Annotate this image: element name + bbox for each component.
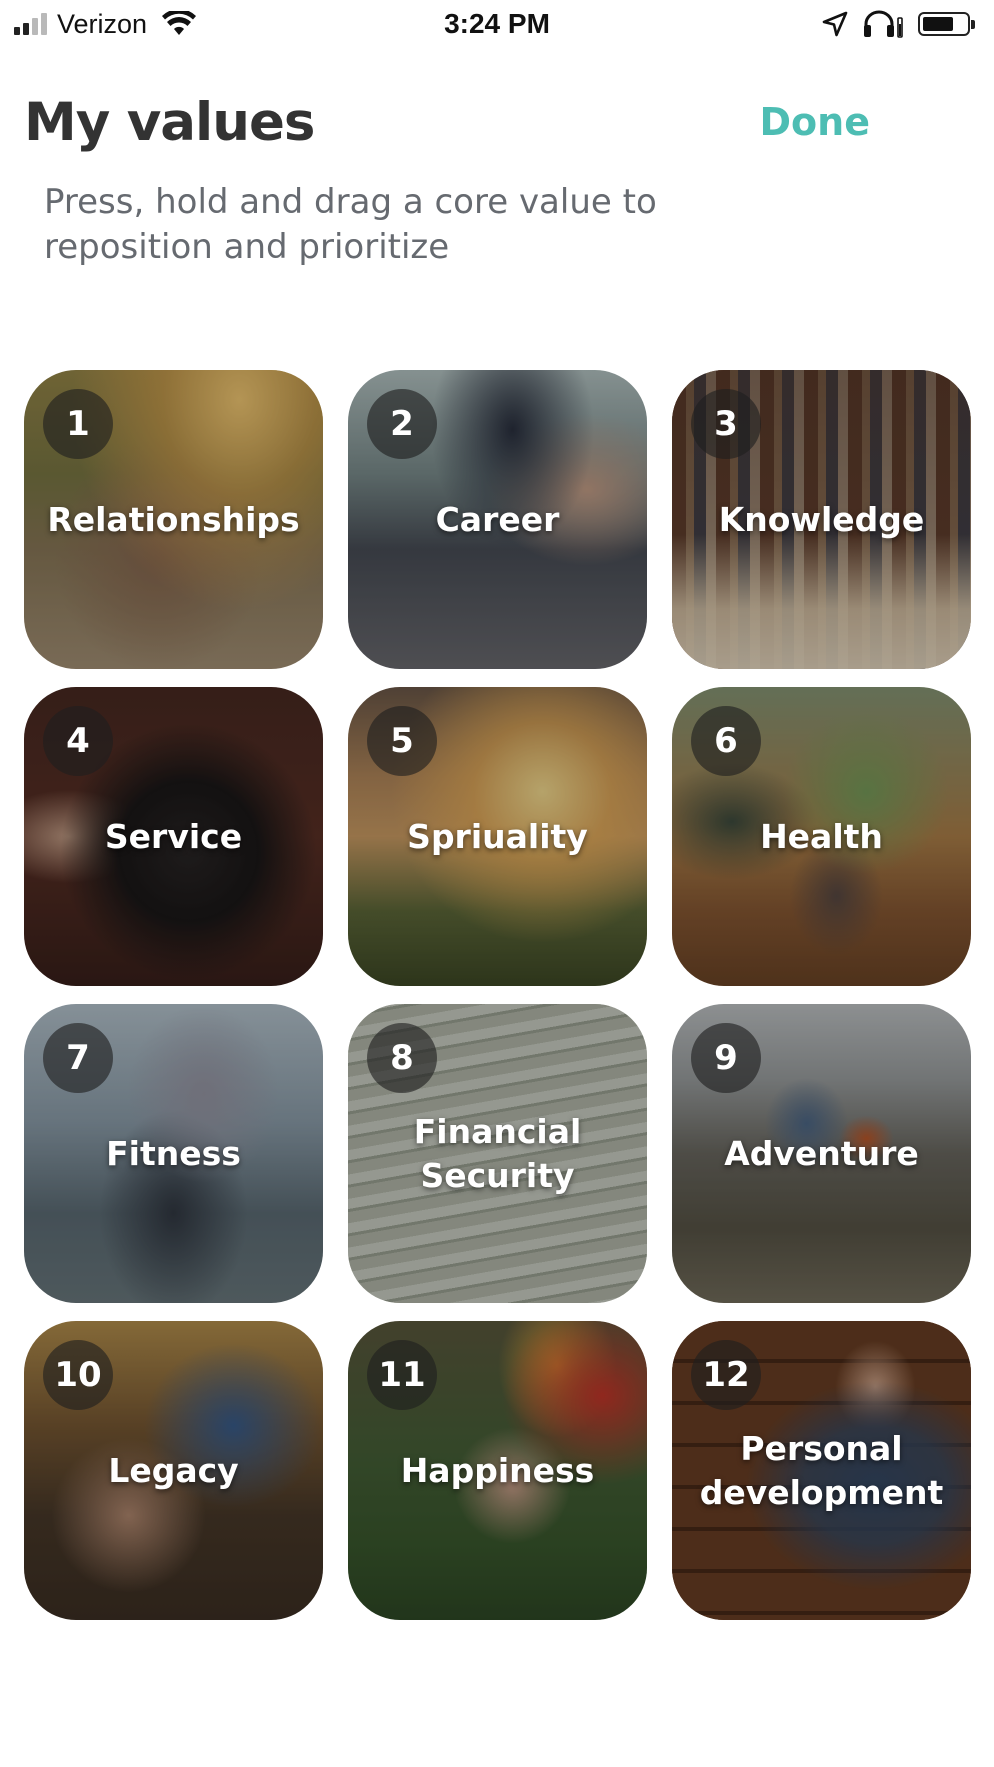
value-label: Happiness — [400, 1450, 595, 1490]
rank-badge: 6 — [691, 706, 761, 776]
value-tile-spirituality[interactable]: 5 Spriuality — [348, 687, 647, 986]
my-values-screen: Verizon 3:24 PM My values Done Press, ho… — [0, 0, 994, 1767]
value-tile-legacy[interactable]: 10 Legacy — [24, 1321, 323, 1620]
value-label: Spriuality — [407, 816, 588, 856]
value-tile-career[interactable]: 2 Career — [348, 370, 647, 669]
value-tile-knowledge[interactable]: 3 Knowledge — [672, 370, 971, 669]
headphones-icon — [864, 10, 903, 38]
value-label: Adventure — [724, 1133, 919, 1173]
value-tile-happiness[interactable]: 11 Happiness — [348, 1321, 647, 1620]
rank-badge: 1 — [43, 389, 113, 459]
value-tile-financial-security[interactable]: 8 Financial Security — [348, 1004, 647, 1303]
value-label: Personal development — [699, 1428, 944, 1512]
battery-icon — [918, 12, 975, 36]
status-bar: Verizon 3:24 PM — [0, 0, 994, 50]
page-title: My values — [24, 92, 315, 153]
value-tile-health[interactable]: 6 Health — [672, 687, 971, 986]
value-tile-adventure[interactable]: 9 Adventure — [672, 1004, 971, 1303]
rank-badge: 8 — [367, 1023, 437, 1093]
rank-badge: 4 — [43, 706, 113, 776]
value-label: Health — [760, 816, 883, 856]
rank-badge: 3 — [691, 389, 761, 459]
value-label: Career — [435, 499, 560, 539]
done-button[interactable]: Done — [760, 100, 870, 144]
rank-badge: 12 — [691, 1340, 761, 1410]
value-tile-personal-development[interactable]: 12 Personal development — [672, 1321, 971, 1620]
values-grid: 1 Relationships 2 Career 3 Knowledge 4 S… — [24, 370, 976, 1620]
location-arrow-icon — [822, 11, 848, 37]
value-tile-fitness[interactable]: 7 Fitness — [24, 1004, 323, 1303]
value-label: Fitness — [106, 1133, 241, 1173]
value-tile-relationships[interactable]: 1 Relationships — [24, 370, 323, 669]
value-label: Relationships — [47, 499, 300, 539]
value-label: Legacy — [108, 1450, 239, 1490]
rank-badge: 5 — [367, 706, 437, 776]
rank-badge: 2 — [367, 389, 437, 459]
rank-badge: 10 — [43, 1340, 113, 1410]
rank-badge: 9 — [691, 1023, 761, 1093]
rank-badge: 7 — [43, 1023, 113, 1093]
status-bar-right — [822, 6, 975, 42]
value-label: Knowledge — [718, 499, 925, 539]
value-label: Financial Security — [413, 1111, 582, 1195]
value-label: Service — [104, 816, 243, 856]
rank-badge: 11 — [367, 1340, 437, 1410]
value-tile-service[interactable]: 4 Service — [24, 687, 323, 986]
instructions-text: Press, hold and drag a core value to rep… — [44, 182, 657, 267]
